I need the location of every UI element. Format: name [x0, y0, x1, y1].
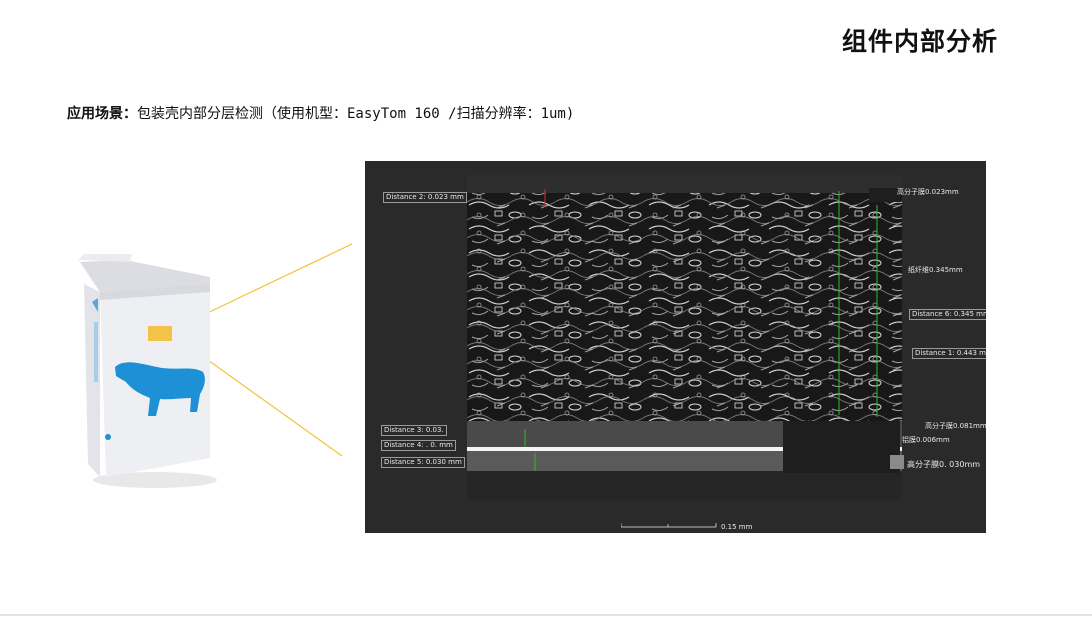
milk-carton-image	[78, 254, 217, 488]
label-distance-6: Distance 6: 0.345 mm	[909, 309, 986, 320]
scale-bar	[621, 523, 717, 528]
label-distance-2: Distance 2: 0.023 mm	[383, 192, 467, 203]
label-distance-4: Distance 4: . 0. mm	[381, 440, 456, 451]
label-polymer-mid: 高分子膜0.081mm	[925, 422, 986, 430]
label-polymer-bottom: 高分子膜0. 030mm	[907, 460, 981, 469]
label-distance-3: Distance 3: 0.03.	[381, 425, 447, 436]
label-aluminum: 铝膜0.006mm	[902, 436, 950, 444]
bottom-divider	[0, 614, 1092, 616]
label-paper-fiber: 纸纤维0.345mm	[908, 266, 963, 274]
scale-label: 0.15 mm	[721, 523, 753, 531]
label-polymer-top: 高分子膜0.023mm	[897, 188, 959, 196]
label-distance-1: Distance 1: 0.443 mm	[912, 348, 986, 359]
ct-scan-panel: Distance 2: 0.023 mm 高分子膜0.023mm 纸纤维0.34…	[365, 161, 986, 533]
label-distance-5: Distance 5: 0.030 mm	[381, 457, 465, 468]
inspection-region-marker	[148, 326, 172, 341]
